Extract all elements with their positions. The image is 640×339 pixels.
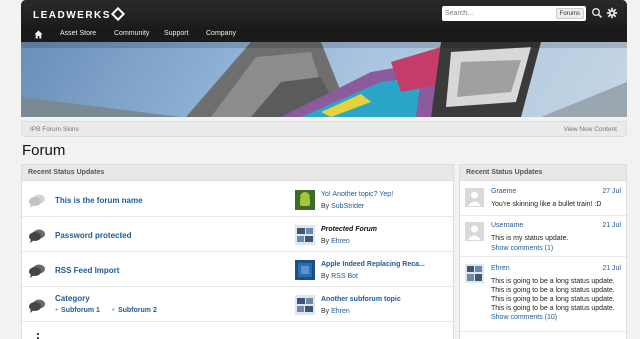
by-prefix: By [321, 273, 332, 280]
android-avatar-icon [295, 190, 315, 210]
last-topic-link[interactable]: Protected Forum [321, 226, 377, 233]
forum-row[interactable]: Category Subforum 1 Subforum 2 Another su… [22, 287, 455, 322]
last-poster-avatar[interactable] [295, 225, 315, 245]
status-user-link[interactable]: Username [491, 222, 523, 229]
view-new-content-link[interactable]: View New Content [564, 126, 617, 133]
forum-row[interactable]: This is the forum name Yo! Another topic… [22, 182, 455, 217]
last-poster-line: By Ehren [321, 238, 350, 245]
search-icon[interactable] [591, 7, 603, 19]
show-comments-link[interactable]: Show comments (1) [491, 245, 553, 252]
status-item: Username 21 Jul This is my status update… [460, 216, 626, 257]
last-poster-link[interactable]: SubStrider [331, 203, 364, 210]
subforum-link[interactable]: Subforum 1 [55, 307, 100, 314]
nav-community[interactable]: Community [114, 30, 149, 37]
forum-list-panel: Recent Status Updates This is the forum … [21, 164, 455, 339]
status-updates-panel: Recent Status Updates Graeme 27 Jul You'… [459, 164, 627, 339]
logo-mark-icon [110, 6, 126, 22]
status-date: 27 Jul [602, 188, 621, 195]
last-poster-link[interactable]: Ehren [331, 308, 350, 315]
breadcrumb-bar: IPB Forum Skins View New Content [21, 121, 627, 137]
last-topic-link[interactable]: Yo! Another topic? Yep! [321, 191, 393, 198]
status-date: 21 Jul [602, 222, 621, 229]
forum-unread-bubble-icon [29, 299, 45, 313]
status-date: 21 Jul [602, 265, 621, 272]
status-user-link[interactable]: Ehren [491, 265, 510, 272]
last-topic-link[interactable]: Apple Indeed Replacing Reca... [321, 261, 425, 268]
forum-unread-bubble-icon [29, 264, 45, 278]
forum-panel-heading: Recent Status Updates [22, 165, 453, 181]
last-poster-link[interactable]: Ehren [331, 238, 350, 245]
header-banner-image [21, 42, 627, 117]
status-text: This is going to be a long status update… [491, 278, 615, 312]
by-prefix: By [321, 203, 332, 210]
forum-row[interactable]: RSS Feed Import Apple Indeed Replacing R… [22, 252, 455, 287]
site-header: LEADWERKS Forums Asset Store Community S… [21, 0, 627, 117]
main-nav: Asset Store Community Support Company [21, 27, 627, 42]
forum-row[interactable]: Password protected Protected Forum By Eh… [22, 217, 455, 252]
forum-name-link[interactable]: RSS Feed Import [55, 266, 119, 275]
user-avatar[interactable] [465, 264, 484, 283]
status-item: Ehren 21 Jul This is going to be a long … [460, 257, 626, 332]
site-logo[interactable]: LEADWERKS [33, 6, 126, 22]
status-text: This is my status update. [491, 235, 569, 242]
last-poster-link[interactable]: RSS Bot [331, 273, 358, 280]
forum-unread-bubble-icon [29, 229, 45, 243]
forum-read-bubble-icon [29, 194, 45, 208]
last-poster-avatar[interactable] [295, 190, 315, 210]
logo-text: LEADWERKS [33, 10, 111, 21]
last-poster-line: By SubStrider [321, 203, 364, 210]
forum-name-link[interactable]: Password protected [55, 231, 131, 240]
subforum-link[interactable]: Subforum 2 [112, 307, 157, 314]
banner-graffiti-building [21, 42, 627, 117]
status-panel-heading: Recent Status Updates [460, 165, 626, 181]
status-user-link[interactable]: Graeme [491, 188, 516, 195]
last-poster-line: By RSS Bot [321, 273, 358, 280]
nav-asset-store[interactable]: Asset Store [60, 30, 96, 37]
nav-company[interactable]: Company [206, 30, 236, 37]
header-bar: LEADWERKS Forums [21, 0, 627, 27]
search-input[interactable] [442, 6, 554, 21]
last-topic-link[interactable]: Another subforum topic [321, 296, 401, 303]
search-box: Forums [442, 6, 586, 21]
last-poster-avatar[interactable] [295, 260, 315, 280]
last-poster-line: By Ehren [321, 308, 350, 315]
status-text: You're skinning like a bullet train! :D [491, 201, 602, 208]
search-scope-button[interactable]: Forums [555, 8, 584, 19]
forum-name-link[interactable]: This is the forum name [55, 196, 143, 205]
home-icon[interactable] [34, 30, 43, 39]
gear-icon[interactable] [606, 7, 618, 19]
default-avatar-icon[interactable] [465, 222, 484, 241]
nav-support[interactable]: Support [164, 30, 189, 37]
by-prefix: By [321, 308, 332, 315]
show-comments-link[interactable]: Show comments (10) [491, 314, 557, 321]
breadcrumb[interactable]: IPB Forum Skins [30, 126, 79, 133]
forum-bubble-partial-icon [37, 333, 39, 339]
default-avatar-icon[interactable] [465, 188, 484, 207]
by-prefix: By [321, 238, 332, 245]
subforum-list: Subforum 1 Subforum 2 [55, 307, 169, 314]
status-item: Graeme 27 Jul You're skinning like a bul… [460, 182, 626, 216]
page-title: Forum [22, 142, 66, 159]
forum-name-link[interactable]: Category [55, 294, 90, 303]
last-poster-avatar[interactable] [295, 295, 315, 315]
